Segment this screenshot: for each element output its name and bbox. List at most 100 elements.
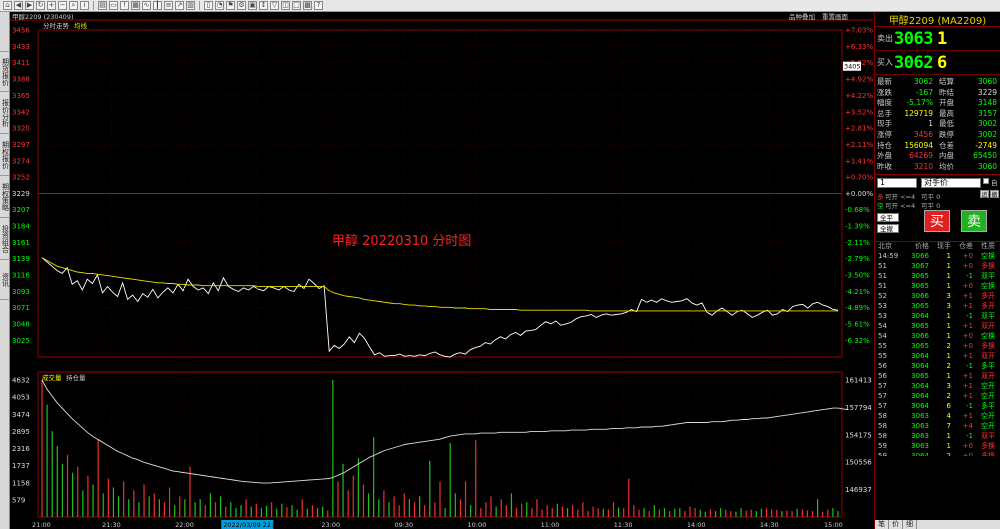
price-tick-label: 3252 [12, 173, 30, 181]
tick-cell: +4 [962, 422, 973, 431]
tick-row: 58 3063 4 +1 空开 [875, 411, 1000, 421]
window-icon[interactable]: □ [292, 1, 301, 10]
price-mode-select[interactable]: 对手价 [921, 178, 981, 189]
kline-icon[interactable]: ┃ [153, 1, 162, 10]
price-tick-label: 3342 [12, 109, 30, 117]
zoom-out-icon[interactable]: − [58, 1, 67, 10]
stat-label: 昨结 [939, 87, 954, 97]
sidebar-tab-5[interactable]: 投资组合 [0, 218, 10, 260]
buy-button[interactable]: 买 [924, 210, 950, 233]
info-icon[interactable]: i [80, 1, 89, 10]
chart-icon[interactable]: ▤ [98, 1, 107, 10]
sidebar-tab-1[interactable]: 期货报价 [0, 52, 10, 92]
gauge-icon[interactable]: ◔ [215, 1, 224, 10]
lock-icon[interactable]: ▩ [303, 1, 312, 10]
stat-value: 3060 [977, 77, 997, 86]
table-icon[interactable]: ▥ [186, 1, 195, 10]
forward-icon[interactable]: ▶ [25, 1, 34, 10]
price-tick-label: 3139 [12, 255, 30, 263]
panel-bottom-tab[interactable]: 笔 [875, 520, 889, 529]
zoom-in-icon[interactable]: + [47, 1, 56, 10]
tick-cell: 3064 [911, 392, 929, 401]
pct-tick-label: -4.89% [845, 304, 870, 312]
tick-cell: 3064 [911, 402, 929, 411]
stat-value: 3456 [913, 129, 933, 139]
stats-row: 现手 1 最低 3002 [875, 119, 1000, 130]
intraday-chart[interactable]: 甲醇2209 (230409) 分时走势 均线 品种叠加 重置画面 3456 +7.03% 3… [10, 12, 873, 529]
bid-price[interactable]: 3062 [894, 53, 933, 73]
pct-tick-label: +0.70% [845, 173, 873, 181]
tick-cell: 59 [878, 442, 887, 451]
filter-icon[interactable]: ▽ [270, 1, 279, 10]
sidebar-tab-3[interactable]: 期权报价 [0, 134, 10, 176]
stat-label: 涨跌 [877, 87, 892, 97]
tile-icon[interactable]: ◫ [281, 1, 290, 10]
trend-icon[interactable]: ↗ [175, 1, 184, 10]
sell-button-label: 卖 [967, 214, 981, 231]
find-icon[interactable]: ⌕ [69, 1, 78, 10]
cancel-all-button[interactable]: 全撤 [877, 224, 899, 234]
tick-list[interactable]: 14:59 3066 1 +0 空换 51 3067 1 +0 多换 51 3065 1 -1 双平 51 30… [875, 251, 1000, 456]
stat-value: -167 [915, 87, 933, 97]
stat-value: 129719 [904, 108, 933, 118]
alert-icon[interactable]: ! [120, 1, 129, 10]
pct-tick-label: +3.52% [845, 109, 873, 117]
tick-cell: 51 [878, 262, 887, 271]
sidebar-tab-0[interactable] [0, 12, 10, 52]
tick-cell: 双平 [981, 432, 995, 441]
time-tick-label: 09:30 [394, 521, 413, 529]
price-tick-label: 3274 [12, 158, 30, 166]
grid-icon[interactable]: ▦ [131, 1, 140, 10]
bid-label: 买入 [877, 58, 893, 67]
settings-icon[interactable]: ⚙ [237, 1, 246, 10]
layout-icon[interactable]: ▣ [248, 1, 257, 10]
volume-tick-label: 4632 [12, 377, 30, 385]
chase-button[interactable]: 追 [980, 190, 989, 199]
stat-value: -5.17% [906, 98, 933, 108]
toolbar-separator [199, 1, 200, 10]
pct-tick-label: -5.61% [845, 320, 870, 328]
sidebar-tab-6[interactable]: 资讯 [0, 260, 10, 300]
home-icon[interactable]: ⌂ [3, 1, 12, 10]
tick-row: 52 3066 3 +1 多开 [875, 291, 1000, 301]
pct-tick-label: -3.50% [845, 271, 870, 279]
tick-cell: 57 [878, 382, 887, 391]
tick-cell: -1 [966, 272, 973, 281]
panel-bottom-tab[interactable]: 细 [903, 520, 917, 529]
stat-label: 开盘 [939, 98, 954, 108]
flag-icon[interactable]: ⚑ [226, 1, 235, 10]
toolbar: ⌂ ◀ ▶ ↻ + − ⌕ i ▤ ▭! ▦ ∿ ┃ ≡ ↗ ▥ ▯ ◔ ⚑ ⚙ ▣ ↕ ▽ ◫ □ ▩? [0, 0, 1000, 12]
sidebar-tab-4[interactable]: 期权策略 [0, 176, 10, 218]
refresh-icon[interactable]: ↻ [36, 1, 45, 10]
line-chart-icon[interactable]: ∿ [142, 1, 151, 10]
list-icon[interactable]: ≡ [164, 1, 173, 10]
revoke-button[interactable]: 撤 [990, 190, 999, 199]
tick-row: 56 3064 2 -1 多平 [875, 361, 1000, 371]
stat-value: 1 [928, 119, 933, 129]
print-icon[interactable]: ▭ [109, 1, 118, 10]
tick-cell: 1 [946, 432, 951, 441]
tick-cell: 3063 [911, 432, 929, 441]
back-icon[interactable]: ◀ [14, 1, 23, 10]
book-icon[interactable]: ▯ [204, 1, 213, 10]
sell-button[interactable]: 卖 [961, 210, 987, 233]
tab-open-interest: 持仓量 [66, 373, 86, 382]
tick-cell: 多平 [981, 362, 995, 371]
tick-cell: 空开 [981, 392, 995, 401]
panel-bottom-tabs: 笔价细 [875, 520, 1000, 529]
help-icon[interactable]: ? [314, 1, 323, 10]
sidebar-tab-2[interactable]: 报价分析 [0, 92, 10, 134]
ask-price[interactable]: 3063 [894, 29, 933, 49]
tick-cell: 双开 [981, 322, 995, 331]
tick-cell: +1 [962, 382, 973, 391]
panel-bottom-tab[interactable]: 价 [889, 520, 903, 529]
quantity-select[interactable]: 1 [877, 178, 917, 189]
auto-checkbox[interactable] [983, 178, 989, 185]
tick-cell: +1 [962, 292, 973, 301]
tick-cell: 3064 [911, 352, 929, 361]
tick-row: 57 3064 6 -1 多平 [875, 401, 1000, 411]
sort-icon[interactable]: ↕ [259, 1, 268, 10]
tick-cell: 3065 [911, 372, 929, 381]
close-all-button[interactable]: 全平 [877, 213, 899, 223]
stat-label: 结算 [939, 77, 954, 86]
